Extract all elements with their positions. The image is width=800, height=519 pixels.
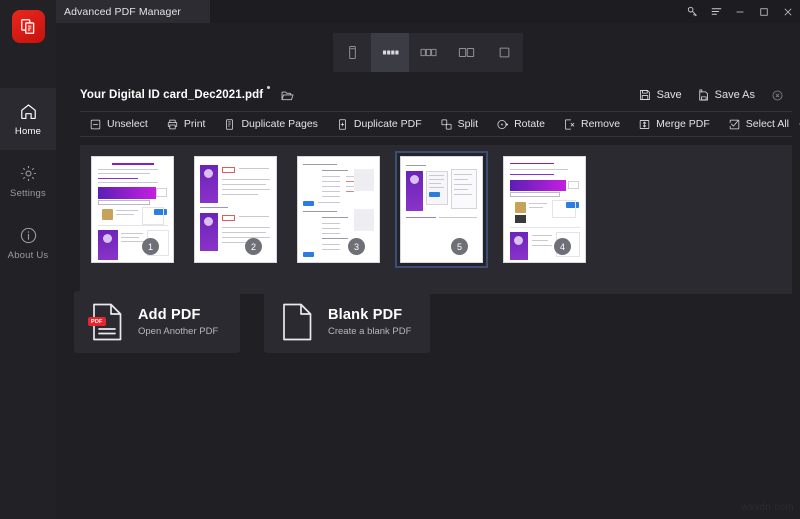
minimize-button[interactable] — [728, 0, 752, 23]
toolbar-item-label: Rotate — [514, 118, 545, 130]
unsaved-changes-indicator — [267, 86, 271, 89]
toolbar-item-label: Duplicate Pages — [241, 118, 318, 130]
action-cards: PDF Add PDF Open Another PDF Blank PDF C… — [74, 291, 430, 353]
sidebar-item-settings[interactable]: Settings — [0, 150, 56, 212]
page-number-badge: 3 — [348, 238, 365, 255]
view-mode-group — [333, 33, 523, 72]
toolbar-item-label: Unselect — [107, 118, 148, 130]
pdf-tag-label: PDF — [88, 317, 106, 326]
thumbnail-item-selected[interactable]: 5 — [395, 151, 488, 268]
print-button[interactable]: Print — [157, 111, 215, 137]
card-subtitle: Open Another PDF — [138, 326, 219, 337]
view-mode-bar — [56, 32, 800, 73]
thumbnail-item[interactable]: 1 — [88, 153, 177, 266]
page-thumbnail[interactable]: 4 — [504, 157, 585, 262]
blank-pdf-card-texts: Blank PDF Create a blank PDF — [328, 307, 411, 337]
window-controls — [680, 0, 800, 23]
toolbar-item-label: Split — [457, 118, 479, 130]
page-preview — [92, 157, 173, 262]
add-pdf-card-texts: Add PDF Open Another PDF — [138, 307, 218, 337]
close-file-icon[interactable] — [765, 89, 790, 102]
file-row: Your Digital ID card_Dec2021.pdf Save Sa… — [56, 81, 800, 109]
toolbar-item-label: Print — [183, 118, 206, 130]
thumbnail-item[interactable]: 4 — [500, 153, 589, 266]
sidebar-item-label: About Us — [7, 249, 49, 261]
sidebar-nav: Home Settings About Us — [0, 88, 56, 274]
merge-pdf-button[interactable]: Merge PDF — [629, 111, 719, 137]
file-actions: Save Save As — [634, 85, 790, 105]
rotate-button[interactable]: Rotate — [487, 111, 554, 137]
save-as-button[interactable]: Save As — [692, 85, 759, 105]
sidebar: Home Settings About Us — [0, 0, 56, 519]
sidebar-item-label: Settings — [10, 187, 46, 199]
one-column-view-button[interactable] — [485, 33, 523, 72]
toolbar-item-label: Remove — [581, 118, 621, 130]
three-column-view-button[interactable] — [409, 33, 447, 72]
filmstrip-view-button[interactable] — [371, 33, 409, 72]
save-as-button-label: Save As — [714, 89, 755, 101]
page-thumbnail[interactable]: 5 — [401, 157, 482, 262]
page-preview — [195, 157, 276, 262]
sidebar-item-label: Home — [14, 125, 42, 137]
pdf-file-icon: PDF — [88, 302, 124, 342]
thumbnail-item[interactable]: 3 — [294, 153, 383, 266]
page-thumbnail[interactable]: 3 — [298, 157, 379, 262]
page-number-badge: 1 — [142, 238, 159, 255]
menu-icon[interactable] — [704, 0, 728, 23]
page-preview — [504, 157, 585, 262]
page-thumbnail[interactable]: 2 — [195, 157, 276, 262]
sidebar-item-home[interactable]: Home — [0, 88, 56, 150]
thumbnail-list: 1 2 3 5 4 — [88, 151, 589, 268]
page-thumbnail[interactable]: 1 — [92, 157, 173, 262]
remove-button[interactable]: Remove — [554, 111, 629, 137]
duplicate-pdf-button[interactable]: Duplicate PDF — [327, 111, 431, 137]
window-title: Advanced PDF Manager — [64, 5, 181, 18]
close-button[interactable] — [776, 0, 800, 23]
action-toolbar: Unselect Print Duplicate Pages Duplicate… — [80, 111, 800, 137]
page-number-badge: 5 — [451, 238, 468, 255]
sidebar-item-about-us[interactable]: About Us — [0, 212, 56, 274]
file-name: Your Digital ID card_Dec2021.pdf — [80, 89, 264, 101]
main-content: Your Digital ID card_Dec2021.pdf Save Sa… — [56, 23, 800, 519]
two-column-view-button[interactable] — [447, 33, 485, 72]
unselect-button[interactable]: Unselect — [80, 111, 157, 137]
page-preview — [298, 157, 379, 262]
maximize-button[interactable] — [752, 0, 776, 23]
application-window: Home Settings About Us Advanced PDF Mana… — [0, 0, 800, 519]
page-number-badge: 4 — [554, 238, 571, 255]
card-subtitle: Create a blank PDF — [328, 326, 412, 337]
select-all-button[interactable]: Select All — [719, 111, 798, 137]
duplicate-pages-button[interactable]: Duplicate Pages — [214, 111, 326, 137]
card-title: Blank PDF — [328, 307, 403, 323]
single-page-view-button[interactable] — [333, 33, 371, 72]
open-folder-icon[interactable] — [280, 88, 295, 103]
thumbnail-item[interactable]: 2 — [191, 153, 280, 266]
watermark: wsxdn.com — [741, 502, 794, 513]
save-button-label: Save — [656, 89, 682, 101]
add-pdf-card[interactable]: PDF Add PDF Open Another PDF — [74, 291, 240, 353]
toolbar-item-label: Duplicate PDF — [353, 118, 422, 130]
blank-pdf-card[interactable]: Blank PDF Create a blank PDF — [264, 291, 430, 353]
app-logo-icon — [12, 10, 45, 43]
page-number-badge: 2 — [245, 238, 262, 255]
window-tab[interactable]: Advanced PDF Manager — [56, 0, 210, 23]
key-icon[interactable] — [680, 0, 704, 23]
toolbar-item-label: Merge PDF — [656, 118, 710, 130]
page-preview — [401, 157, 482, 262]
toolbar-item-label: Select All — [745, 118, 789, 130]
blank-file-icon — [280, 302, 314, 342]
title-bar: Advanced PDF Manager — [0, 0, 800, 23]
card-title: Add PDF — [138, 307, 201, 323]
split-button[interactable]: Split — [431, 111, 487, 137]
save-button[interactable]: Save — [634, 85, 686, 105]
thumbnail-panel: 1 2 3 5 4 — [80, 145, 792, 294]
